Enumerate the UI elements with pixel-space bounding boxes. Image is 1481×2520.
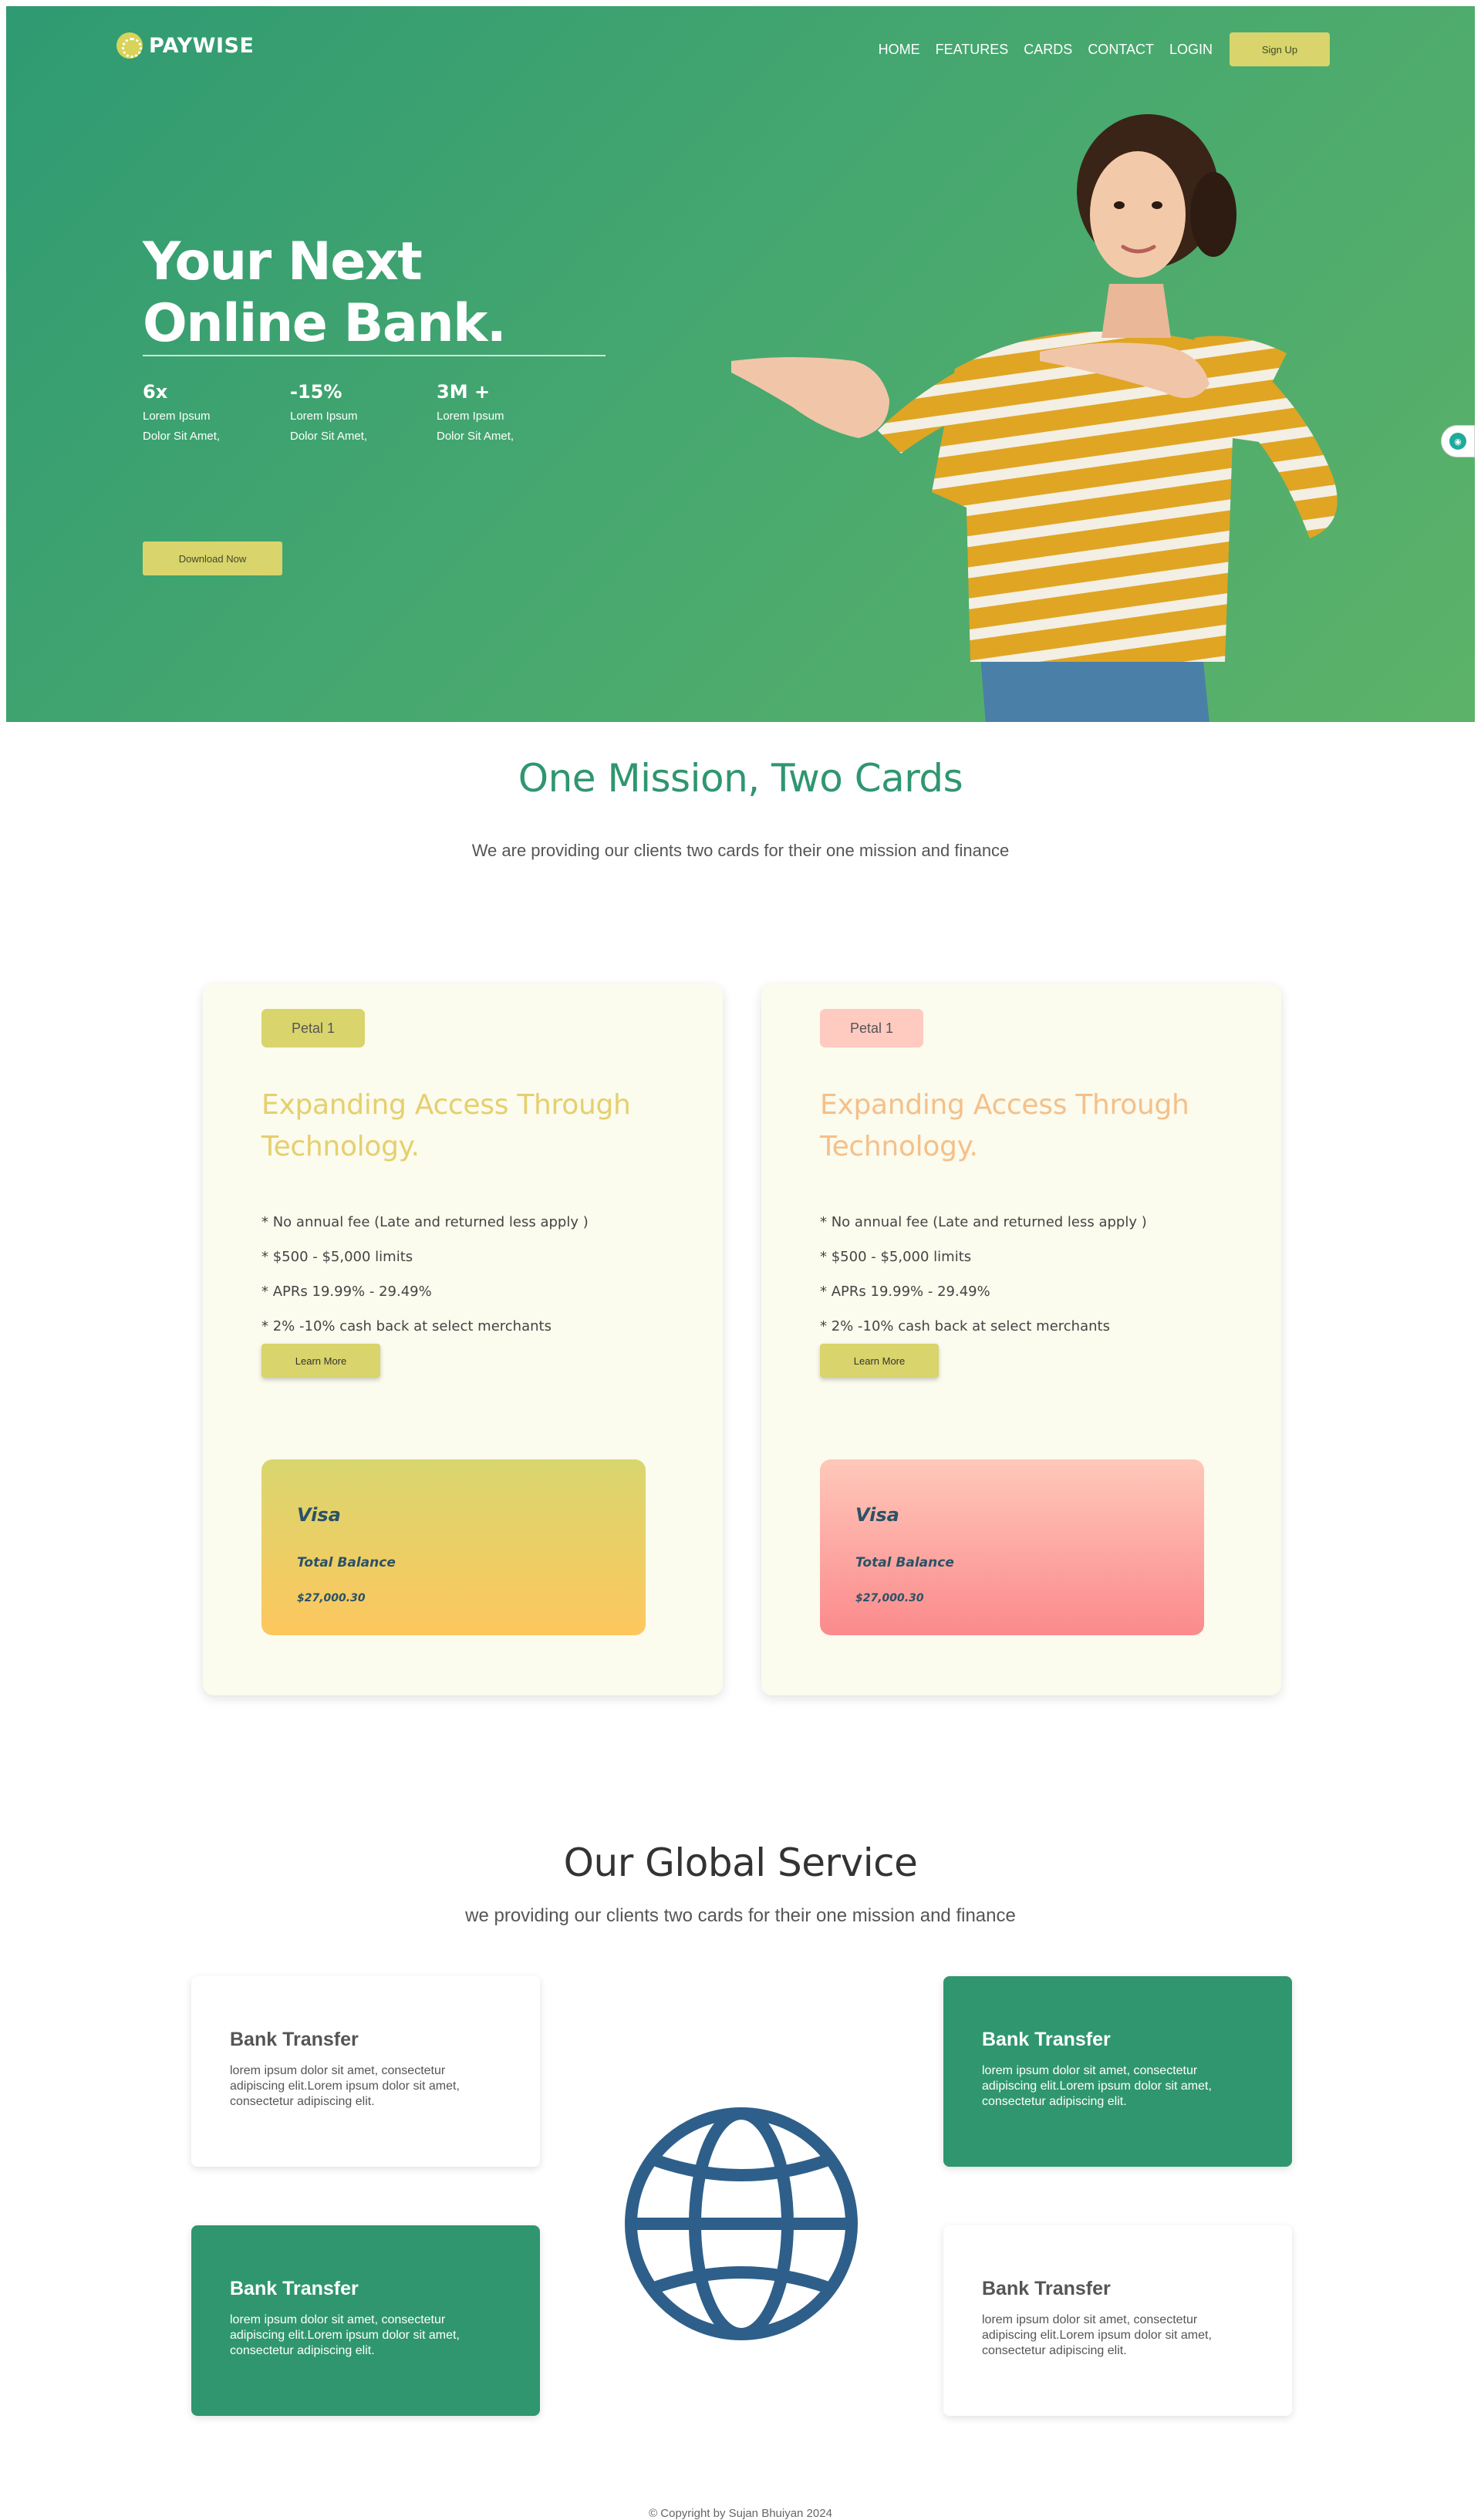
learn-more-button[interactable]: Learn More (261, 1344, 380, 1378)
nav-item-contact[interactable]: CONTACT (1088, 42, 1154, 58)
card-tag: Petal 1 (261, 1009, 365, 1047)
service-text: lorem ipsum dolor sit amet, consectetur … (230, 2313, 460, 2357)
service-card-4[interactable]: Bank Transfer lorem ipsum dolor sit amet… (943, 2225, 1292, 2416)
nav-item-login[interactable]: LOGIN (1169, 42, 1213, 58)
service-title: Bank Transfer (982, 2029, 1111, 2050)
card-feature-list: * No annual fee (Late and returned less … (820, 1205, 1147, 1344)
card-feature: * 2% -10% cash back at select merchants (820, 1318, 1110, 1334)
stat-line1: Lorem Ipsum (437, 410, 504, 423)
stat-3: 3M + Lorem Ipsum Dolor Sit Amet, (437, 381, 514, 444)
main-nav: HOME FEATURES CARDS CONTACT LOGIN Sign U… (879, 32, 1330, 66)
stat-value: 3M + (437, 381, 491, 403)
download-now-button[interactable]: Download Now (143, 541, 282, 575)
signup-button[interactable]: Sign Up (1230, 32, 1330, 66)
service-text: lorem ipsum dolor sit amet, consectetur … (982, 2313, 1212, 2357)
visa-balance-amount: $27,000.30 (855, 1592, 924, 1604)
card-feature-list: * No annual fee (Late and returned less … (261, 1205, 589, 1344)
chat-widget-tab[interactable]: ◉ (1441, 425, 1475, 457)
hero-title-line2: Online Bank. (143, 293, 507, 354)
card-petal-yellow: Petal 1 Expanding Access Through Technol… (203, 984, 723, 1695)
card-tag: Petal 1 (820, 1009, 923, 1047)
globe-icon (625, 2107, 858, 2340)
service-title: Bank Transfer (982, 2278, 1111, 2299)
footer-copyright: © Copyright by Sujan Bhuiyan 2024 (649, 2507, 832, 2520)
card-feature: * No annual fee (Late and returned less … (261, 1214, 589, 1230)
hero-section: PAYWISE HOME FEATURES CARDS CONTACT LOGI… (6, 6, 1475, 722)
visa-brand: Visa (297, 1504, 341, 1526)
visa-card: Visa Total Balance $27,000.30 (261, 1459, 646, 1635)
stat-value: -15% (290, 381, 342, 403)
visa-balance-label: Total Balance (855, 1555, 954, 1570)
service-text: lorem ipsum dolor sit amet, consectetur … (982, 2064, 1212, 2108)
service-title: Bank Transfer (230, 2029, 359, 2050)
stat-line1: Lorem Ipsum (290, 410, 358, 423)
stat-line2: Dolor Sit Amet, (290, 430, 368, 443)
card-feature: * APRs 19.99% - 29.49% (261, 1284, 432, 1300)
learn-more-button[interactable]: Learn More (820, 1344, 939, 1378)
hero-title-line1: Your Next (143, 231, 423, 292)
hero-divider (143, 355, 606, 356)
nav-item-home[interactable]: HOME (879, 42, 920, 58)
brand-logo[interactable]: PAYWISE (116, 32, 254, 59)
mission-title: One Mission, Two Cards (518, 756, 963, 801)
stat-line1: Lorem Ipsum (143, 410, 211, 423)
stat-value: 6x (143, 381, 168, 403)
service-card-1[interactable]: Bank Transfer lorem ipsum dolor sit amet… (191, 1976, 540, 2167)
card-feature: * APRs 19.99% - 29.49% (820, 1284, 990, 1300)
card-feature: * $500 - $5,000 limits (261, 1249, 413, 1265)
card-feature: * 2% -10% cash back at select merchants (261, 1318, 552, 1334)
stat-1: 6x Lorem Ipsum Dolor Sit Amet, (143, 381, 220, 444)
card-heading: Expanding Access Through Technology. (261, 1089, 631, 1162)
visa-balance-label: Total Balance (297, 1555, 396, 1570)
service-card-3[interactable]: Bank Transfer lorem ipsum dolor sit amet… (191, 2225, 540, 2416)
nav-item-cards[interactable]: CARDS (1024, 42, 1072, 58)
card-feature: * No annual fee (Late and returned less … (820, 1214, 1147, 1230)
global-service-title: Our Global Service (563, 1840, 918, 1885)
service-text: lorem ipsum dolor sit amet, consectetur … (230, 2064, 460, 2108)
nav-item-features[interactable]: FEATURES (936, 42, 1009, 58)
stat-2: -15% Lorem Ipsum Dolor Sit Amet, (290, 381, 367, 444)
stat-line2: Dolor Sit Amet, (437, 430, 514, 443)
logo-icon (116, 32, 143, 59)
stat-line2: Dolor Sit Amet, (143, 430, 221, 443)
card-petal-pink: Petal 1 Expanding Access Through Technol… (761, 984, 1281, 1695)
mission-subtitle: We are providing our clients two cards f… (471, 841, 1010, 860)
service-title: Bank Transfer (230, 2278, 359, 2299)
brand-name: PAYWISE (149, 33, 255, 58)
visa-brand: Visa (855, 1504, 899, 1526)
hero-title: Your Next Online Bank. (143, 231, 507, 355)
global-service-subtitle: we providing our clients two cards for t… (465, 1905, 1016, 1926)
hero-person-image (731, 114, 1338, 722)
card-heading: Expanding Access Through Technology. (820, 1089, 1189, 1162)
visa-card: Visa Total Balance $27,000.30 (820, 1459, 1204, 1635)
chat-icon: ◉ (1449, 433, 1466, 450)
card-feature: * $500 - $5,000 limits (820, 1249, 972, 1265)
visa-balance-amount: $27,000.30 (297, 1592, 366, 1604)
service-card-2[interactable]: Bank Transfer lorem ipsum dolor sit amet… (943, 1976, 1292, 2167)
